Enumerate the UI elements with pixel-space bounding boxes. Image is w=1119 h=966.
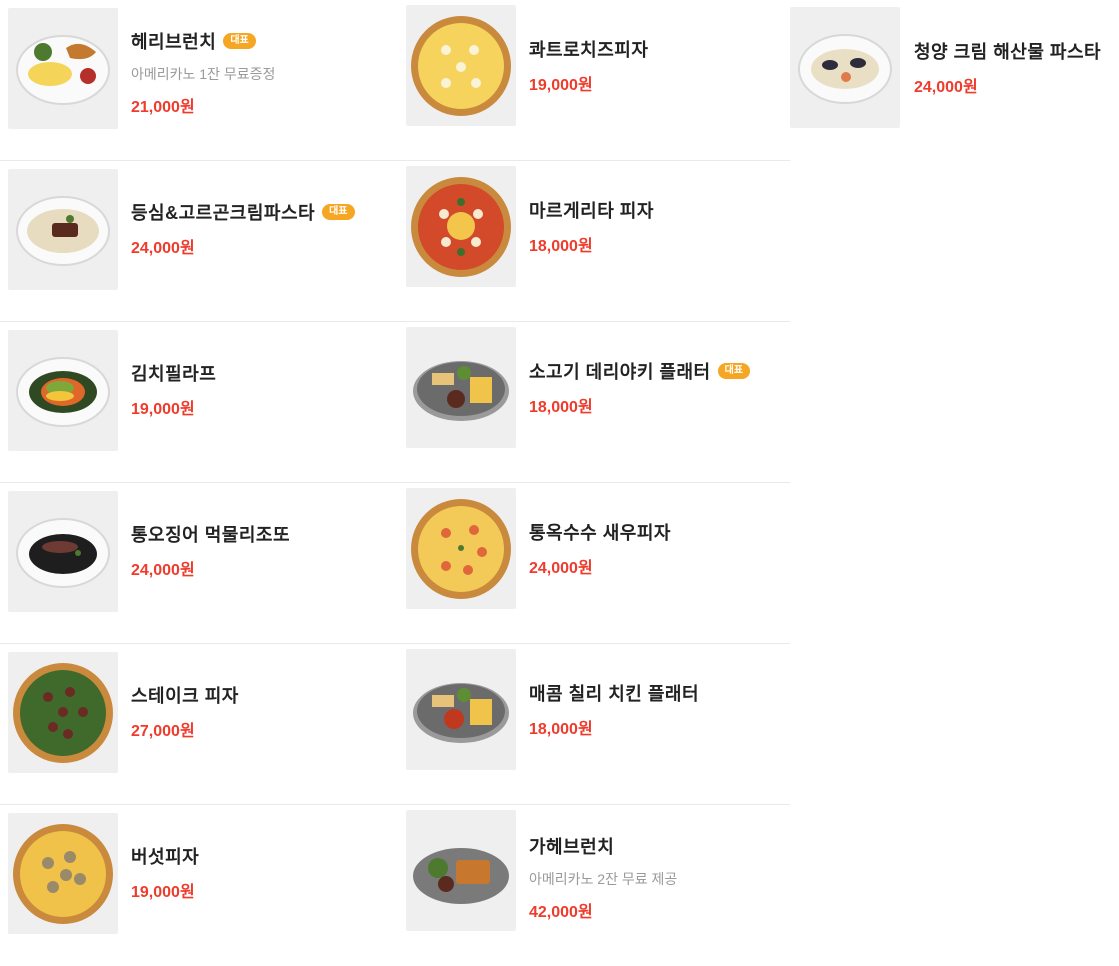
menu-item[interactable]: 헤리브런치 대표아메리카노 1잔 무료증정 21,000원 bbox=[0, 0, 398, 161]
brunch-platter-image bbox=[406, 810, 516, 931]
menu-item-name-text: 가헤브런치 bbox=[529, 837, 615, 857]
menu-item-name: 마르게리타 피자 bbox=[529, 197, 790, 223]
menu-item-info: 청양 크림 해산물 파스타 24,000원 bbox=[914, 38, 1119, 97]
menu-item-price: 24,000원 bbox=[131, 240, 195, 257]
chili-chicken-platter-image bbox=[406, 649, 516, 770]
menu-item-name-text: 통옥수수 새우피자 bbox=[529, 523, 671, 543]
menu-item-price: 27,000원 bbox=[131, 723, 195, 740]
menu-item-name: 청양 크림 해산물 파스타 bbox=[914, 38, 1119, 64]
corn-shrimp-pizza-image bbox=[406, 488, 516, 609]
menu-item[interactable]: 버섯피자 19,000원 bbox=[0, 805, 398, 966]
cream-pasta-steak-image bbox=[8, 169, 118, 290]
menu-item-info: 매콤 칠리 치킨 플래터 18,000원 bbox=[529, 680, 790, 739]
menu-item-price: 24,000원 bbox=[529, 560, 593, 577]
menu-item-name-text: 김치필라프 bbox=[131, 364, 217, 384]
menu-item-info: 스테이크 피자 27,000원 bbox=[131, 682, 398, 741]
menu-item-name: 등심&고르곤크림파스타 대표 bbox=[131, 199, 398, 225]
seafood-cream-pasta-image bbox=[790, 7, 900, 128]
menu-item-name: 콰트로치즈피자 bbox=[529, 36, 790, 62]
quattro-cheese-pizza-image bbox=[406, 5, 516, 126]
menu-item-info: 가헤브런치아메리카노 2잔 무료 제공 42,000원 bbox=[529, 833, 790, 922]
menu-item-price: 24,000원 bbox=[914, 79, 978, 96]
menu-item[interactable]: 소고기 데리야키 플래터 대표 18,000원 bbox=[398, 322, 790, 483]
menu-item-price: 19,000원 bbox=[529, 77, 593, 94]
menu-item-info: 김치필라프 19,000원 bbox=[131, 360, 398, 419]
menu-item-name: 소고기 데리야키 플래터 대표 bbox=[529, 358, 790, 384]
menu-item[interactable]: 청양 크림 해산물 파스타 24,000원 bbox=[790, 0, 1119, 161]
signature-badge: 대표 bbox=[717, 363, 751, 379]
menu-item-info: 마르게리타 피자 18,000원 bbox=[529, 197, 790, 256]
menu-item-price: 18,000원 bbox=[529, 721, 593, 738]
mushroom-pizza-image bbox=[8, 813, 118, 934]
margherita-pizza-image bbox=[406, 166, 516, 287]
menu-item-name-text: 청양 크림 해산물 파스타 bbox=[914, 42, 1102, 62]
menu-item[interactable]: 통오징어 먹물리조또 24,000원 bbox=[0, 483, 398, 644]
menu-item-price: 24,000원 bbox=[131, 562, 195, 579]
menu-item-description: 아메리카노 1잔 무료증정 bbox=[131, 66, 276, 82]
signature-badge: 대표 bbox=[223, 33, 256, 49]
menu-item-name-text: 소고기 데리야키 플래터 bbox=[529, 362, 711, 382]
menu-item-info: 콰트로치즈피자 19,000원 bbox=[529, 36, 790, 95]
menu-item-name: 가헤브런치 bbox=[529, 833, 790, 859]
menu-item-info: 버섯피자 19,000원 bbox=[131, 843, 398, 902]
menu-item[interactable]: 가헤브런치아메리카노 2잔 무료 제공 42,000원 bbox=[398, 805, 790, 966]
kimchi-pilaf-image bbox=[8, 330, 118, 451]
menu-item-name: 통오징어 먹물리조또 bbox=[131, 521, 398, 547]
menu-item-price: 21,000원 bbox=[131, 99, 195, 116]
menu-column-1: 헤리브런치 대표 아메리카노 1잔 무료증정 21,000원 등심&고르곤크림파스타 대표… bbox=[0, 0, 398, 966]
brunch-plate-image bbox=[8, 8, 118, 129]
menu-item[interactable]: 매콤 칠리 치킨 플래터 18,000원 bbox=[398, 644, 790, 805]
menu-item[interactable]: 통옥수수 새우피자 24,000원 bbox=[398, 483, 790, 644]
menu-item-info: 소고기 데리야키 플래터 대표 18,000원 bbox=[529, 358, 790, 417]
menu-item-info: 등심&고르곤크림파스타 대표 24,000원 bbox=[131, 199, 398, 258]
menu-item-name-text: 매콤 칠리 치킨 플래터 bbox=[529, 684, 700, 704]
menu-item-description: 아메리카노 2잔 무료 제공 bbox=[529, 871, 678, 887]
menu-column-3: 청양 크림 해산물 파스타 24,000원 bbox=[790, 0, 1119, 161]
squid-ink-risotto-image bbox=[8, 491, 118, 612]
menu-item-name: 김치필라프 bbox=[131, 360, 398, 386]
menu-item-name: 버섯피자 bbox=[131, 843, 398, 869]
menu-item-info: 통오징어 먹물리조또 24,000원 bbox=[131, 521, 398, 580]
menu-item[interactable]: 김치필라프 19,000원 bbox=[0, 322, 398, 483]
menu-item-name: 통옥수수 새우피자 bbox=[529, 519, 790, 545]
menu-item-name: 스테이크 피자 bbox=[131, 682, 398, 708]
menu-item-name-text: 스테이크 피자 bbox=[131, 686, 239, 706]
menu-item[interactable]: 등심&고르곤크림파스타 대표 24,000원 bbox=[0, 161, 398, 322]
menu-item-name-text: 등심&고르곤크림파스타 bbox=[131, 203, 316, 223]
menu-item-price: 19,000원 bbox=[131, 884, 195, 901]
menu-item-price: 18,000원 bbox=[529, 399, 593, 416]
menu-item-name-text: 마르게리타 피자 bbox=[529, 201, 654, 221]
menu-item-name: 헤리브런치 대표 bbox=[131, 28, 398, 54]
beef-teriyaki-platter-image bbox=[406, 327, 516, 448]
menu-item-price: 42,000원 bbox=[529, 904, 593, 921]
menu-item-name-text: 헤리브런치 bbox=[131, 32, 217, 52]
menu-item-name-text: 통오징어 먹물리조또 bbox=[131, 525, 291, 545]
menu-item[interactable]: 마르게리타 피자 18,000원 bbox=[398, 161, 790, 322]
menu-item-info: 헤리브런치 대표아메리카노 1잔 무료증정 21,000원 bbox=[131, 28, 398, 117]
steak-pizza-image bbox=[8, 652, 118, 773]
signature-badge: 대표 bbox=[322, 204, 355, 220]
menu-item-price: 19,000원 bbox=[131, 401, 195, 418]
menu-column-2: 콰트로치즈피자 19,000원 마르게리타 피자 18,000원 소고기 데리야키 플래… bbox=[398, 0, 790, 966]
menu-item-name-text: 콰트로치즈피자 bbox=[529, 40, 649, 60]
menu-item[interactable]: 스테이크 피자 27,000원 bbox=[0, 644, 398, 805]
menu-item-price: 18,000원 bbox=[529, 238, 593, 255]
menu-item-info: 통옥수수 새우피자 24,000원 bbox=[529, 519, 790, 578]
menu-item-name-text: 버섯피자 bbox=[131, 847, 200, 867]
menu-item-name: 매콤 칠리 치킨 플래터 bbox=[529, 680, 790, 706]
menu-item[interactable]: 콰트로치즈피자 19,000원 bbox=[398, 0, 790, 161]
